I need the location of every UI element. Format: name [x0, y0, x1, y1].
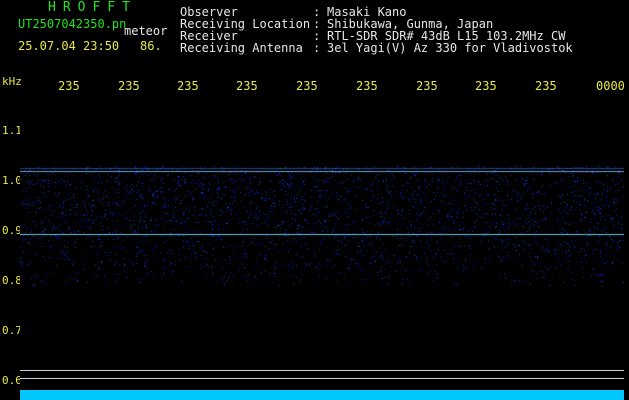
x-tick-label: 235: [177, 79, 199, 93]
spectrogram-canvas: [20, 98, 624, 394]
y-tick-label: 0.6: [2, 374, 22, 387]
x-tick-label: 235: [236, 79, 258, 93]
time-strip: [20, 390, 624, 400]
timestamp: 25.07.04 23:50: [18, 39, 120, 53]
y-tick-label: 0.7: [2, 324, 22, 337]
info-label-antenna: Receiving Antenna: [180, 41, 303, 55]
x-tick-label: 235: [416, 79, 438, 93]
file-type-label: meteor: [124, 24, 168, 38]
x-tick-label: 235: [58, 79, 80, 93]
frequency-marker-line: [20, 370, 624, 371]
app-title: HROFFT: [48, 0, 137, 15]
y-tick-label: 1.0: [2, 174, 22, 187]
spectrogram-window: HROFFT UT2507042350.pn meteor 25.07.04 2…: [0, 0, 629, 400]
y-tick-label: 0.8: [2, 274, 22, 287]
count-value: 86.: [140, 39, 162, 53]
x-tick-label: 235: [118, 79, 140, 93]
x-tick-label: 235: [535, 79, 557, 93]
x-tick-label: 235: [475, 79, 497, 93]
y-axis-unit: kHz: [2, 75, 22, 88]
x-tick-label: 0000: [596, 79, 625, 93]
x-tick-label: 235: [296, 79, 318, 93]
info-colon: :: [313, 41, 321, 55]
frequency-marker-line: [20, 378, 624, 379]
file-name: UT2507042350.pn: [18, 17, 127, 31]
x-tick-label: 235: [356, 79, 378, 93]
y-tick-label: 1.1: [2, 124, 22, 137]
y-tick-label: 0.9: [2, 224, 22, 237]
info-value-antenna: 3el Yagi(V) Az 330 for Vladivostok: [327, 41, 573, 55]
